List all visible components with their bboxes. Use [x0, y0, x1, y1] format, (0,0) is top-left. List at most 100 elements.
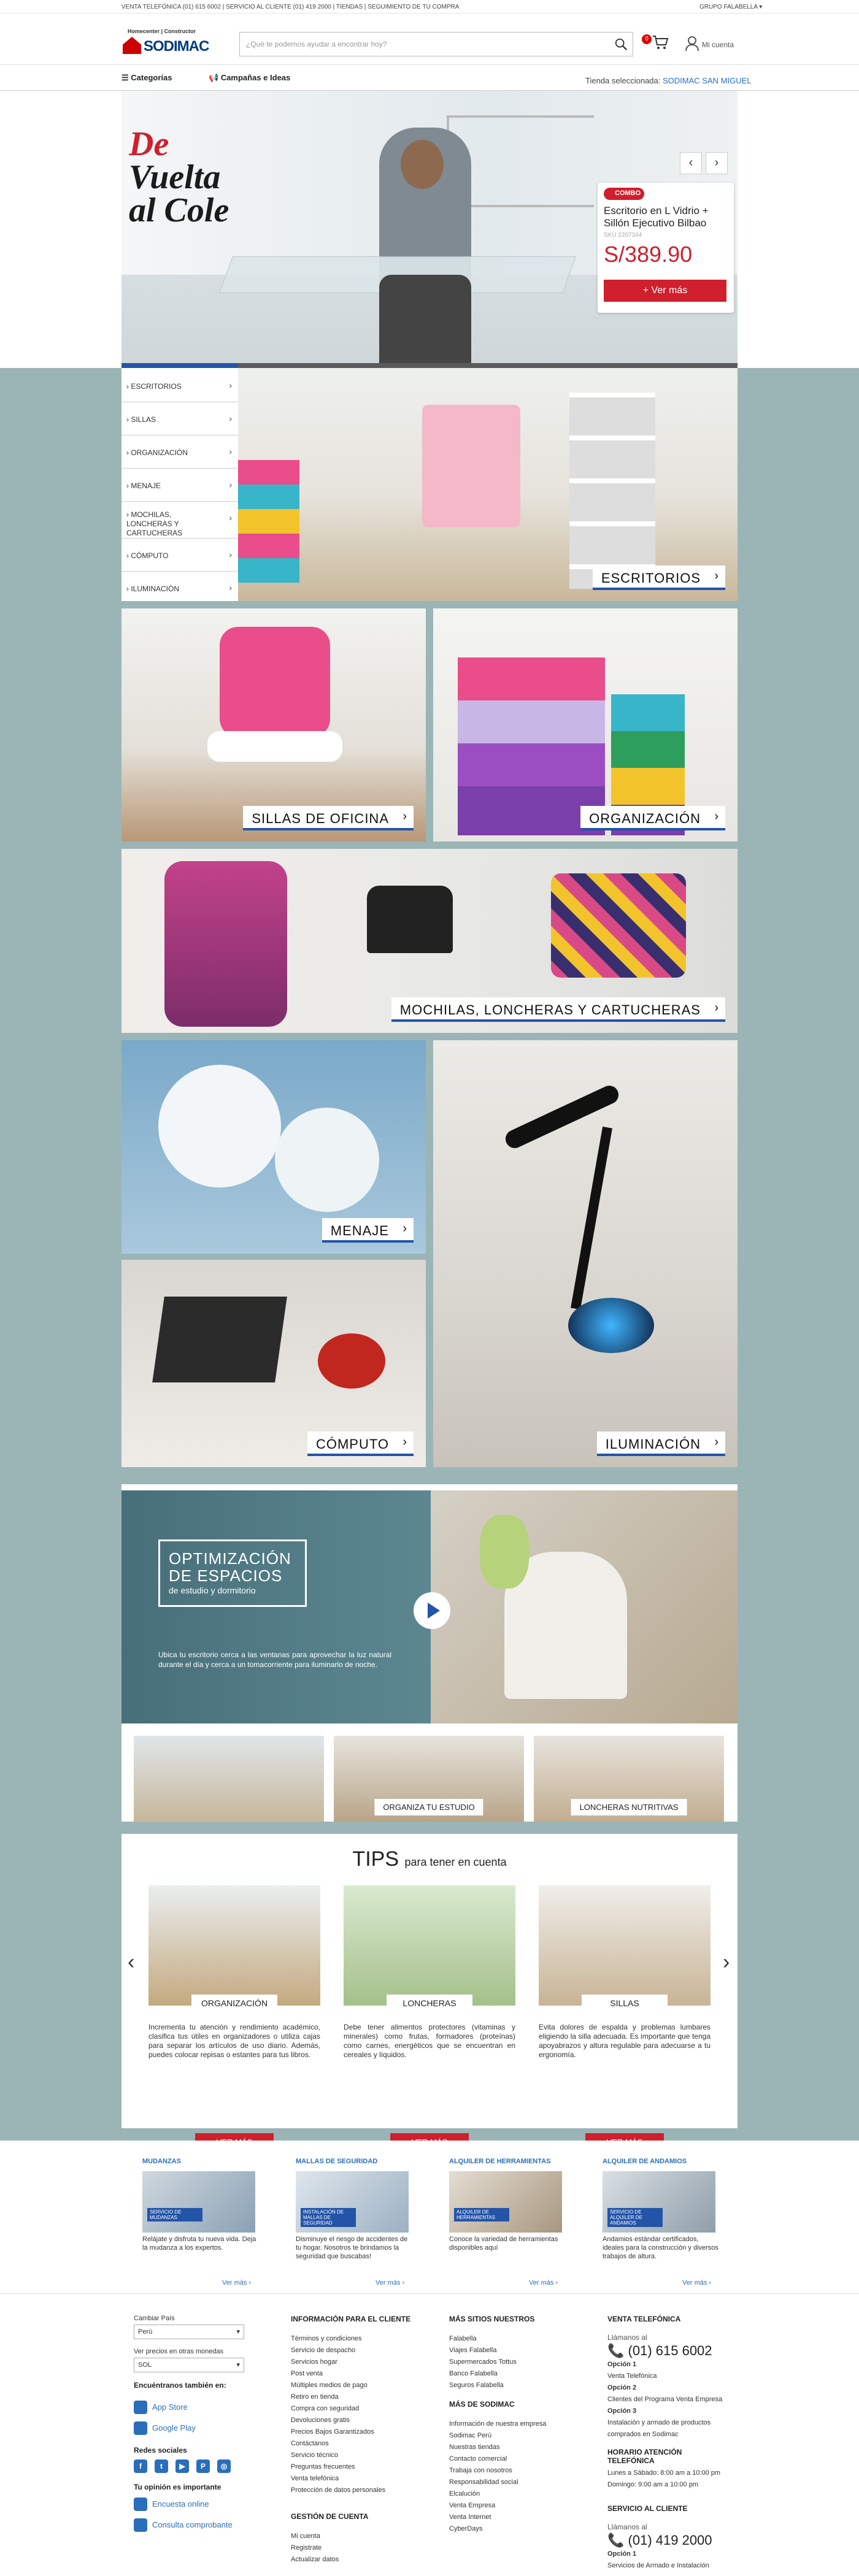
- video-thumb[interactable]: LONCHERAS NUTRITIVAS: [534, 1736, 724, 1822]
- footer-link[interactable]: Falabella: [449, 2333, 584, 2345]
- service-ver-mas-link[interactable]: Ver más ›: [222, 2279, 251, 2287]
- tile-iluminacion[interactable]: ILUMINACIÓN ›: [433, 1040, 738, 1467]
- top-bar-contact[interactable]: VENTA TELEFÓNICA (01) 615 6002 | SERVICI…: [121, 4, 459, 10]
- user-icon: [685, 36, 699, 52]
- hero-prev-button[interactable]: ‹: [680, 152, 702, 174]
- tile-mochilas[interactable]: MOCHILAS, LONCHERAS Y CARTUCHERAS ›: [121, 849, 738, 1033]
- pinterest-icon[interactable]: P: [196, 2459, 210, 2473]
- footer-link[interactable]: Viajes Falabella: [449, 2345, 584, 2356]
- footer-link[interactable]: Post venta: [291, 2368, 426, 2380]
- promo-card[interactable]: COMBO Escritorio en L Vidrio + Sillón Ej…: [598, 183, 734, 313]
- instagram-icon[interactable]: ◎: [217, 2459, 231, 2473]
- footer-link[interactable]: Registrate: [291, 2542, 426, 2554]
- footer-link[interactable]: Precios Bajos Garantizados: [291, 2426, 426, 2438]
- service-ver-mas-link[interactable]: Ver más ›: [529, 2279, 558, 2287]
- footer-link[interactable]: Múltiples medios de pago: [291, 2380, 426, 2391]
- footer-link[interactable]: Servicio de despacho: [291, 2345, 426, 2356]
- tip-text: Incrementa tu atención y rendimiento aca…: [148, 2023, 320, 2059]
- categories-menu[interactable]: ☰ Categorías: [121, 73, 172, 83]
- category-item[interactable]: › MOCHILAS, LONCHERAS Y CARTUCHERAS ›: [121, 503, 238, 539]
- footer-link[interactable]: Devoluciones gratis: [291, 2415, 426, 2426]
- service-card[interactable]: ALQUILER DE ANDAMIOS SERVICIO DE ALQUILE…: [603, 2158, 725, 2293]
- video-title-box: OPTIMIZACIÓN DE ESPACIOS de estudio y do…: [158, 1539, 307, 1607]
- tips-next-button[interactable]: ›: [723, 1950, 730, 1974]
- footer-link[interactable]: Banco Falabella: [449, 2368, 584, 2380]
- footer-link[interactable]: Elcalución: [449, 2488, 584, 2500]
- service-ver-mas-link[interactable]: Ver más ›: [682, 2279, 711, 2287]
- category-item[interactable]: › CÓMPUTO ›: [121, 540, 238, 572]
- sodimac-logo[interactable]: Homecenter | Constructor SODIMAC: [121, 28, 209, 56]
- currency-select[interactable]: SOL ▾: [134, 2358, 244, 2372]
- footer-link[interactable]: Contáctanos: [291, 2438, 426, 2450]
- tip-image[interactable]: [148, 1885, 320, 2006]
- footer-link[interactable]: Información de nuestra empresa: [449, 2418, 584, 2430]
- tile-escritorios[interactable]: ESCRITORIOS ›: [238, 368, 738, 601]
- category-item[interactable]: › ORGANIZACIÓN ›: [121, 437, 238, 469]
- footer-link[interactable]: Protección de datos personales: [291, 2485, 426, 2496]
- tip-image[interactable]: [344, 1885, 515, 2006]
- tile-label: SILLAS DE OFICINA ›: [243, 806, 414, 830]
- facebook-icon[interactable]: f: [134, 2459, 147, 2473]
- footer-link[interactable]: Preguntas frecuentes: [291, 2461, 426, 2473]
- service-card[interactable]: MUDANZAS SERVICIO DE MUDANZAS Relájate y…: [142, 2158, 265, 2293]
- tips-prev-button[interactable]: ‹: [128, 1950, 134, 1974]
- footer-link[interactable]: Venta telefónica: [291, 2473, 426, 2485]
- survey-link[interactable]: Encuesta online: [134, 2496, 256, 2517]
- footer-link[interactable]: Seguros Falabella: [449, 2380, 584, 2391]
- phone-title: VENTA TELEFÓNICA: [607, 2315, 681, 2323]
- service-card[interactable]: MALLAS DE SEGURIDAD INSTALACIÓN DE MALLA…: [296, 2158, 418, 2293]
- hero-banner[interactable]: De Vuelta al Cole ‹ › COMBO Escritorio e…: [121, 91, 738, 368]
- video-thumb[interactable]: [134, 1736, 324, 1822]
- category-item[interactable]: › MENAJE ›: [121, 470, 238, 502]
- footer-link[interactable]: Trabaja con nosotros: [449, 2465, 584, 2477]
- service-ver-mas-link[interactable]: Ver más ›: [376, 2279, 404, 2287]
- video-image[interactable]: [431, 1490, 738, 1723]
- tile-menaje[interactable]: MENAJE ›: [121, 1040, 426, 1254]
- footer-link[interactable]: Actualizar datos: [291, 2554, 426, 2566]
- category-item[interactable]: › SILLAS ›: [121, 404, 238, 435]
- footer-link[interactable]: Supermercados Tottus: [449, 2356, 584, 2368]
- twitter-icon[interactable]: t: [155, 2459, 168, 2473]
- tile-sillas[interactable]: SILLAS DE OFICINA ›: [121, 608, 426, 841]
- footer-link[interactable]: Venta Empresa: [449, 2500, 584, 2512]
- service-card[interactable]: ALQUILER DE HERRAMIENTAS ALQUILER DE HER…: [449, 2158, 572, 2293]
- country-select[interactable]: Perú ▾: [134, 2325, 244, 2339]
- category-item[interactable]: › ILUMINACIÓN ›: [121, 573, 238, 605]
- grupo-falabella-menu[interactable]: GRUPO FALABELLA ▾: [699, 4, 762, 10]
- promo-ver-mas-button[interactable]: + Ver más: [604, 280, 726, 302]
- play-button[interactable]: [414, 1592, 450, 1629]
- footer-link[interactable]: Términos y condiciones: [291, 2333, 426, 2345]
- phone-sales[interactable]: Llámanos al 📞 (01) 615 6002: [607, 2333, 730, 2359]
- account-button[interactable]: Mi cuenta: [681, 32, 738, 56]
- footer-link[interactable]: Nuestras tiendas: [449, 2442, 584, 2453]
- shelf-image: [569, 393, 655, 589]
- footer-link[interactable]: Venta Internet: [449, 2512, 584, 2523]
- hero-next-button[interactable]: ›: [706, 152, 728, 174]
- search-input[interactable]: ¿Qué te podemos ayudar a encontrar hoy?: [239, 32, 633, 56]
- campaigns-menu[interactable]: 📢 Campañas e Ideas: [209, 73, 290, 83]
- footer-link[interactable]: Retiro en tienda: [291, 2391, 426, 2403]
- footer-link[interactable]: Contacto comercial: [449, 2453, 584, 2465]
- tip-image[interactable]: [539, 1885, 711, 2006]
- footer-link[interactable]: Responsabilidad social: [449, 2477, 584, 2488]
- search-icon[interactable]: [614, 37, 628, 51]
- tile-computo[interactable]: CÓMPUTO ›: [121, 1260, 426, 1467]
- video-thumb[interactable]: ORGANIZA TU ESTUDIO: [334, 1736, 524, 1822]
- footer-link[interactable]: Mi cuenta: [291, 2531, 426, 2542]
- chair-image: [422, 405, 520, 527]
- youtube-icon[interactable]: ▶: [175, 2459, 189, 2473]
- app-store-link[interactable]: App Store: [134, 2399, 256, 2420]
- phone-service[interactable]: Llámanos al 📞 (01) 419 2000: [607, 2523, 730, 2548]
- receipt-link[interactable]: Consulta comprobante: [134, 2517, 256, 2538]
- footer-link[interactable]: Sodimac Perú: [449, 2430, 584, 2442]
- footer-link[interactable]: Servicios hogar: [291, 2356, 426, 2368]
- footer-link[interactable]: CyberDays: [449, 2523, 584, 2535]
- service-desc: Andamios estándar certificados, ideales …: [603, 2236, 718, 2260]
- tile-organizacion[interactable]: ORGANIZACIÓN ›: [433, 608, 738, 841]
- cart-button[interactable]: 0: [642, 31, 670, 55]
- category-item[interactable]: › ESCRITORIOS ›: [121, 370, 238, 402]
- bag-image: [480, 1515, 529, 1589]
- google-play-link[interactable]: Google Play: [134, 2420, 256, 2441]
- footer-link[interactable]: Compra con seguridad: [291, 2403, 426, 2415]
- footer-link[interactable]: Servicio técnico: [291, 2450, 426, 2461]
